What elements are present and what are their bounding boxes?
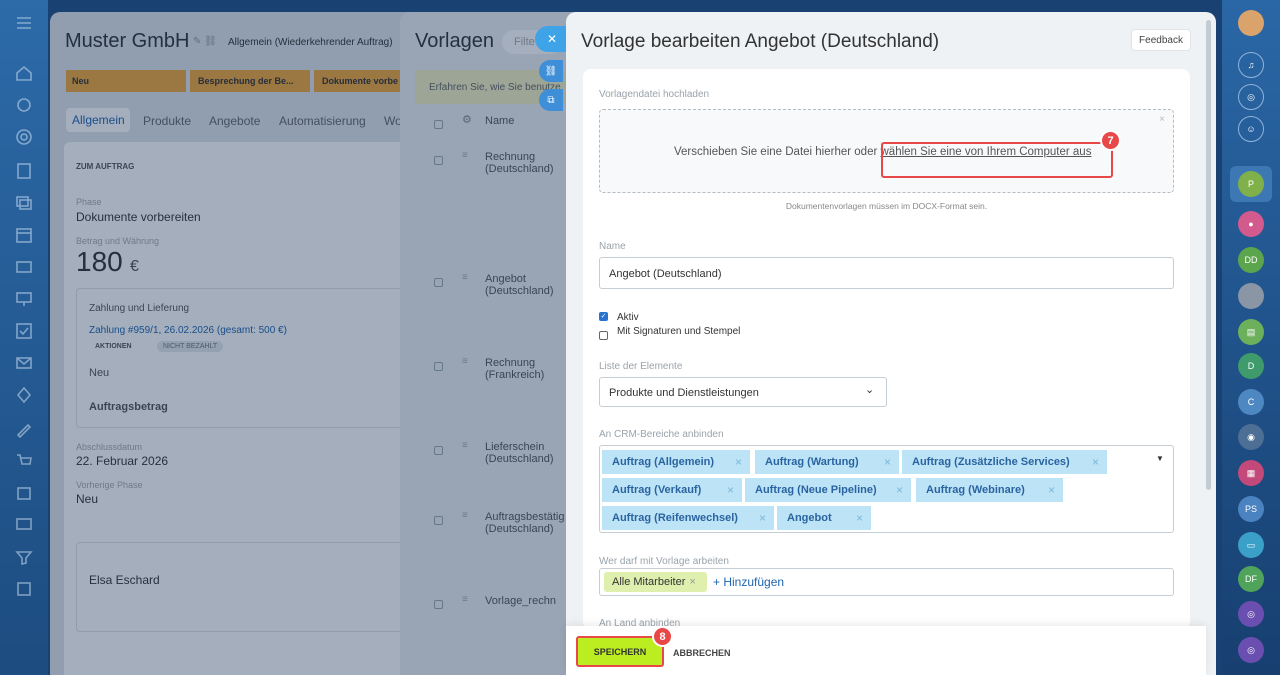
- signatures-label: Mit Signaturen und Stempel: [617, 326, 741, 337]
- name-input[interactable]: Angebot (Deutschland): [599, 257, 1174, 289]
- contact-avatar[interactable]: C: [1238, 389, 1264, 415]
- filter-icon[interactable]: [15, 548, 33, 566]
- remove-icon[interactable]: ×: [735, 455, 742, 469]
- crm-chip[interactable]: Auftrag (Verkauf) ×: [602, 478, 742, 502]
- format-hint: Dokumentenvorlagen müssen im DOCX-Format…: [785, 201, 988, 211]
- calendar-icon[interactable]: [15, 226, 33, 244]
- user-avatar[interactable]: [1238, 10, 1264, 36]
- contact-avatar[interactable]: ●: [1238, 211, 1264, 237]
- access-label: Wer darf mit Vorlage arbeiten: [599, 556, 729, 567]
- chat-icon[interactable]: [15, 194, 33, 212]
- contact-avatar[interactable]: ◉: [1238, 424, 1264, 450]
- contact-avatar[interactable]: DF: [1238, 566, 1264, 592]
- signatures-checkbox[interactable]: [599, 327, 608, 345]
- active-label: Aktiv: [617, 312, 639, 323]
- save-button[interactable]: SPEICHERN: [576, 636, 664, 667]
- active-checkbox[interactable]: ✓: [599, 312, 608, 321]
- close-icon[interactable]: ✕: [535, 26, 569, 52]
- access-chip[interactable]: Alle Mitarbeiter ×: [604, 572, 707, 592]
- step-badge: 8: [652, 626, 673, 647]
- crm-chip[interactable]: Auftrag (Zusätzliche Services) ×: [902, 450, 1107, 474]
- elements-select[interactable]: Produkte und Dienstleistungen: [599, 377, 887, 407]
- contact-avatar[interactable]: ◎: [1238, 601, 1264, 627]
- editor-title: Vorlage bearbeiten Angebot (Deutschland): [581, 31, 940, 52]
- name-label: Name: [599, 241, 626, 252]
- chat-bubble-icon[interactable]: ☺: [1238, 116, 1264, 142]
- editor-form: Vorlagendatei hochladen × Verschieben Si…: [583, 69, 1190, 629]
- menu-icon[interactable]: [15, 14, 33, 32]
- remove-icon[interactable]: ×: [884, 455, 891, 469]
- scrollbar[interactable]: [1206, 20, 1211, 490]
- contact-avatar[interactable]: ▭: [1238, 532, 1264, 558]
- settings-icon[interactable]: [15, 386, 33, 404]
- highlight-box: [881, 142, 1113, 178]
- remove-icon[interactable]: ×: [1092, 455, 1099, 469]
- remove-icon[interactable]: ×: [759, 511, 766, 525]
- crm-chip[interactable]: Auftrag (Wartung) ×: [755, 450, 899, 474]
- tasks-icon[interactable]: [15, 322, 33, 340]
- bell-icon[interactable]: ♫: [1238, 52, 1264, 78]
- contact-avatar[interactable]: ▦: [1238, 460, 1264, 486]
- access-input[interactable]: Alle Mitarbeiter × + Hinzufügen: [599, 568, 1174, 596]
- contact-avatar[interactable]: DD: [1238, 247, 1264, 273]
- store-icon[interactable]: [15, 484, 33, 502]
- cart-icon[interactable]: [15, 452, 33, 470]
- remove-icon[interactable]: ×: [689, 576, 695, 588]
- sign-icon[interactable]: [15, 420, 33, 439]
- chevron-down-icon[interactable]: ⌄: [865, 383, 874, 396]
- box-icon[interactable]: [15, 580, 33, 598]
- cancel-button[interactable]: ABBRECHEN: [673, 648, 731, 658]
- crm-label: An CRM-Bereiche anbinden: [599, 429, 724, 440]
- home-icon[interactable]: [15, 64, 33, 82]
- feedback-button[interactable]: Feedback: [1131, 29, 1191, 51]
- step-badge: 7: [1100, 130, 1121, 151]
- screen-icon[interactable]: [15, 516, 33, 534]
- feed-icon[interactable]: [15, 96, 33, 114]
- crm-chip[interactable]: Angebot ×: [777, 506, 871, 530]
- upload-label: Vorlagendatei hochladen: [599, 89, 710, 100]
- spiral-icon[interactable]: ◎: [1238, 84, 1264, 110]
- contact-avatar[interactable]: [1238, 283, 1264, 309]
- contact-avatar[interactable]: D: [1238, 353, 1264, 379]
- right-sidebar: ♫ ◎ ☺ P ● DD ▤ D C ◉ ▦ PS ▭ DF ◎ ◎: [1222, 0, 1280, 675]
- crm-chip[interactable]: Auftrag (Webinare) ×: [916, 478, 1063, 502]
- left-navigation: [0, 0, 48, 675]
- contact-avatar[interactable]: P: [1238, 171, 1264, 197]
- remove-icon[interactable]: ×: [1048, 483, 1055, 497]
- crm-chip[interactable]: Auftrag (Reifenwechsel) ×: [602, 506, 774, 530]
- board-icon[interactable]: [15, 290, 33, 308]
- mail-icon[interactable]: [15, 354, 33, 372]
- inbox-icon[interactable]: [15, 258, 33, 276]
- crm-chip[interactable]: Auftrag (Allgemein) ×: [602, 450, 750, 474]
- drop-text: Verschieben Sie eine Datei hierher oder: [674, 146, 881, 158]
- dropdown-arrow-icon[interactable]: ▼: [1156, 454, 1164, 463]
- contact-avatar[interactable]: ◎: [1238, 637, 1264, 663]
- remove-icon[interactable]: ×: [856, 511, 863, 525]
- remove-icon[interactable]: ×: [896, 483, 903, 497]
- contact-avatar[interactable]: PS: [1238, 496, 1264, 522]
- close-icon[interactable]: ×: [1159, 114, 1165, 125]
- crm-multiselect[interactable]: Auftrag (Allgemein) × Auftrag (Wartung) × …: [599, 445, 1174, 533]
- remove-icon[interactable]: ×: [727, 483, 734, 497]
- document-icon[interactable]: [15, 162, 33, 180]
- crm-chip[interactable]: Auftrag (Neue Pipeline) ×: [745, 478, 911, 502]
- add-link[interactable]: + Hinzufügen: [713, 575, 784, 589]
- link-icon[interactable]: ⛓: [539, 60, 563, 82]
- open-new-window-icon[interactable]: ⧉: [539, 89, 563, 111]
- elements-label: Liste der Elemente: [599, 361, 683, 372]
- contact-avatar[interactable]: ▤: [1238, 319, 1264, 345]
- target-icon[interactable]: [15, 128, 33, 146]
